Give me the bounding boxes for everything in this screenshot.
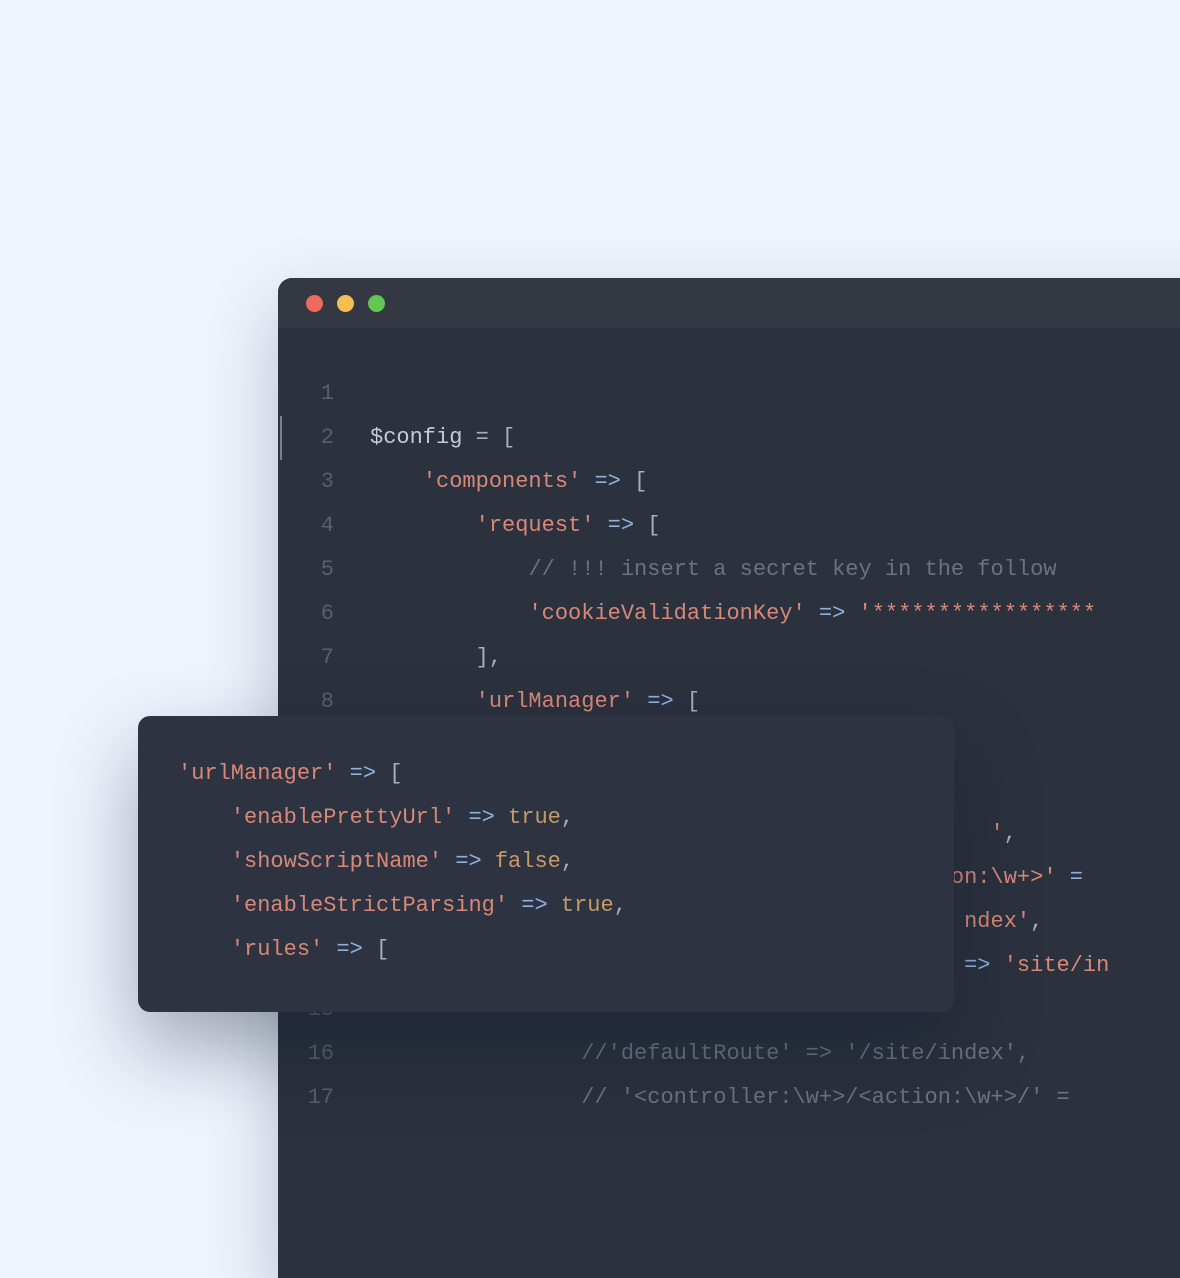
code-line: 'enableStrictParsing' => true, <box>178 884 914 928</box>
line-number: 7 <box>278 636 334 680</box>
line-number: 3 <box>278 460 334 504</box>
code-line: 'components' => [ <box>370 460 1180 504</box>
minimize-icon[interactable] <box>337 295 354 312</box>
window-titlebar <box>278 278 1180 328</box>
code-line: 'cookieValidationKey' => '**************… <box>370 592 1180 636</box>
code-snippet-popover: 'urlManager' => [ 'enablePrettyUrl' => t… <box>138 716 954 1012</box>
zoom-icon[interactable] <box>368 295 385 312</box>
line-number: 6 <box>278 592 334 636</box>
line-number: 4 <box>278 504 334 548</box>
code-line: $config = [ <box>370 416 1180 460</box>
code-line: ], <box>370 636 1180 680</box>
cursor-indicator <box>280 416 282 460</box>
code-line: // '<controller:\w+>/<action:\w+>/' = <box>370 1076 1180 1120</box>
code-line: // !!! insert a secret key in the follow <box>370 548 1180 592</box>
code-line: 'rules' => [ <box>178 928 914 972</box>
close-icon[interactable] <box>306 295 323 312</box>
line-number: 17 <box>278 1076 334 1120</box>
code-line: 'urlManager' => [ <box>178 752 914 796</box>
code-line: 'enablePrettyUrl' => true, <box>178 796 914 840</box>
line-number: 5 <box>278 548 334 592</box>
code-line: //'defaultRoute' => '/site/index', <box>370 1032 1180 1076</box>
code-line: 'showScriptName' => false, <box>178 840 914 884</box>
code-line: 'request' => [ <box>370 504 1180 548</box>
line-number: 1 <box>278 372 334 416</box>
line-number: 2 <box>278 416 334 460</box>
line-number: 16 <box>278 1032 334 1076</box>
